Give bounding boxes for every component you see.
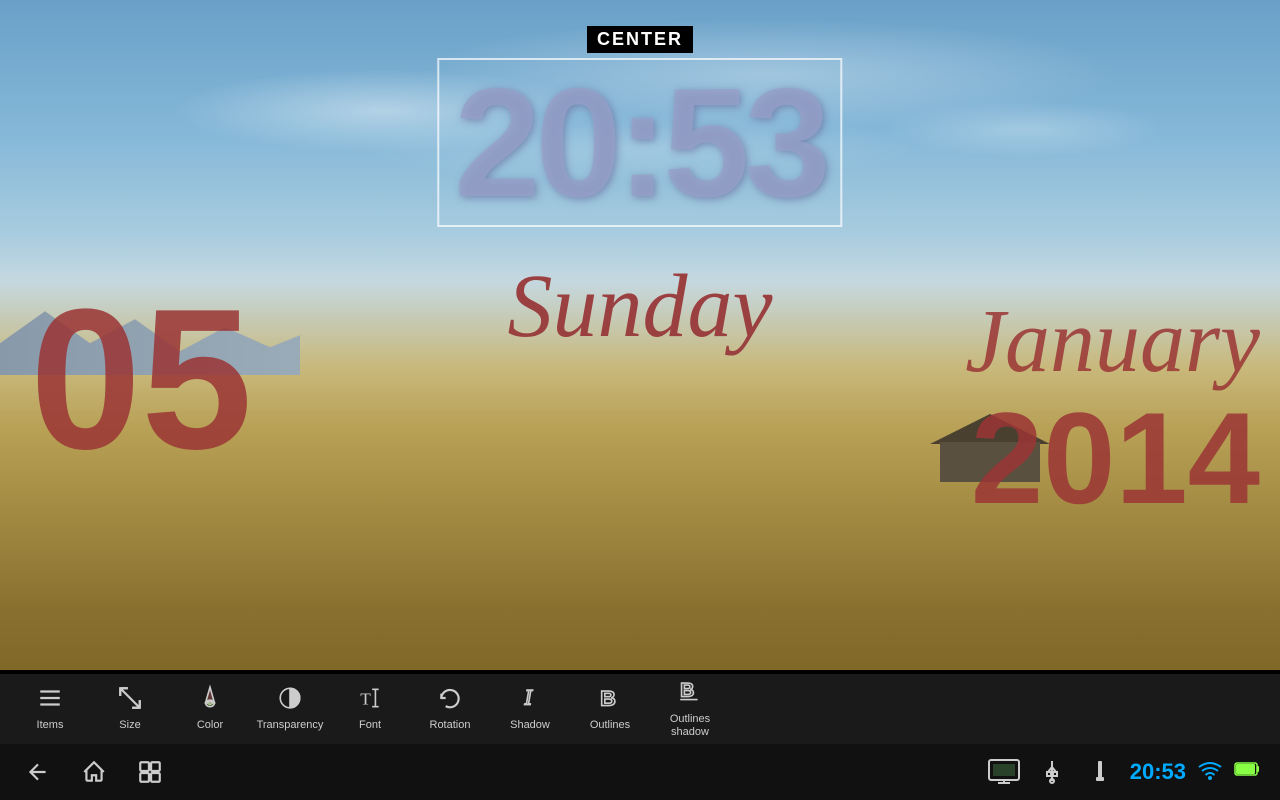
font-label: Font <box>359 719 381 732</box>
toolbar-rotation-button[interactable]: Rotation <box>410 674 490 744</box>
toolbar: Items Size Color <box>0 674 1280 744</box>
outlines-shadow-icon: B <box>677 679 703 709</box>
usb-plug-icon <box>1082 754 1118 790</box>
items-icon <box>37 685 63 715</box>
battery-icon <box>1234 760 1260 784</box>
transparency-label: Transparency <box>257 719 324 732</box>
usb-icon <box>1034 754 1070 790</box>
outlines-label: Outlines <box>590 719 630 732</box>
clock-widget[interactable]: 20:53 <box>437 58 842 227</box>
svg-text:T: T <box>360 690 371 709</box>
outlines-shadow-label: Outlines shadow <box>652 713 728 739</box>
recents-button[interactable] <box>132 754 168 790</box>
back-button[interactable] <box>20 754 56 790</box>
month-label: January <box>965 290 1260 393</box>
toolbar-transparency-button[interactable]: Transparency <box>250 674 330 744</box>
month-year-container: January 2014 <box>965 290 1260 523</box>
home-button[interactable] <box>76 754 112 790</box>
size-icon <box>117 685 143 715</box>
status-time: 20:53 <box>1130 759 1186 785</box>
day-label: Sunday <box>508 255 773 358</box>
toolbar-outlines-shadow-button[interactable]: B Outlines shadow <box>650 674 730 744</box>
toolbar-shadow-button[interactable]: I Shadow <box>490 674 570 744</box>
font-icon: T <box>357 685 383 715</box>
toolbar-items-button[interactable]: Items <box>10 674 90 744</box>
transparency-icon <box>277 685 303 715</box>
size-label: Size <box>119 719 140 732</box>
outlines-icon: B <box>597 685 623 715</box>
center-label[interactable]: CENTER <box>587 26 693 53</box>
toolbar-color-button[interactable]: Color <box>170 674 250 744</box>
toolbar-outlines-button[interactable]: B Outlines <box>570 674 650 744</box>
screenshot-button[interactable] <box>986 754 1022 790</box>
color-label: Color <box>197 719 223 732</box>
rotation-icon <box>437 685 463 715</box>
toolbar-font-button[interactable]: T Font <box>330 674 410 744</box>
color-icon <box>197 685 223 715</box>
shadow-label: Shadow <box>510 719 550 732</box>
shadow-icon: I <box>517 685 543 715</box>
status-right: 20:53 <box>986 754 1260 790</box>
day-number: 05 <box>30 280 252 480</box>
wifi-icon <box>1198 760 1222 785</box>
toolbar-size-button[interactable]: Size <box>90 674 170 744</box>
svg-text:B: B <box>680 679 694 701</box>
status-bar: 20:53 <box>0 744 1280 800</box>
nav-buttons <box>20 754 168 790</box>
clock-time: 20:53 <box>454 65 825 220</box>
year-label: 2014 <box>965 393 1260 523</box>
rotation-label: Rotation <box>430 719 471 732</box>
svg-text:I: I <box>524 686 534 710</box>
items-label: Items <box>37 719 64 732</box>
svg-text:B: B <box>600 686 616 711</box>
